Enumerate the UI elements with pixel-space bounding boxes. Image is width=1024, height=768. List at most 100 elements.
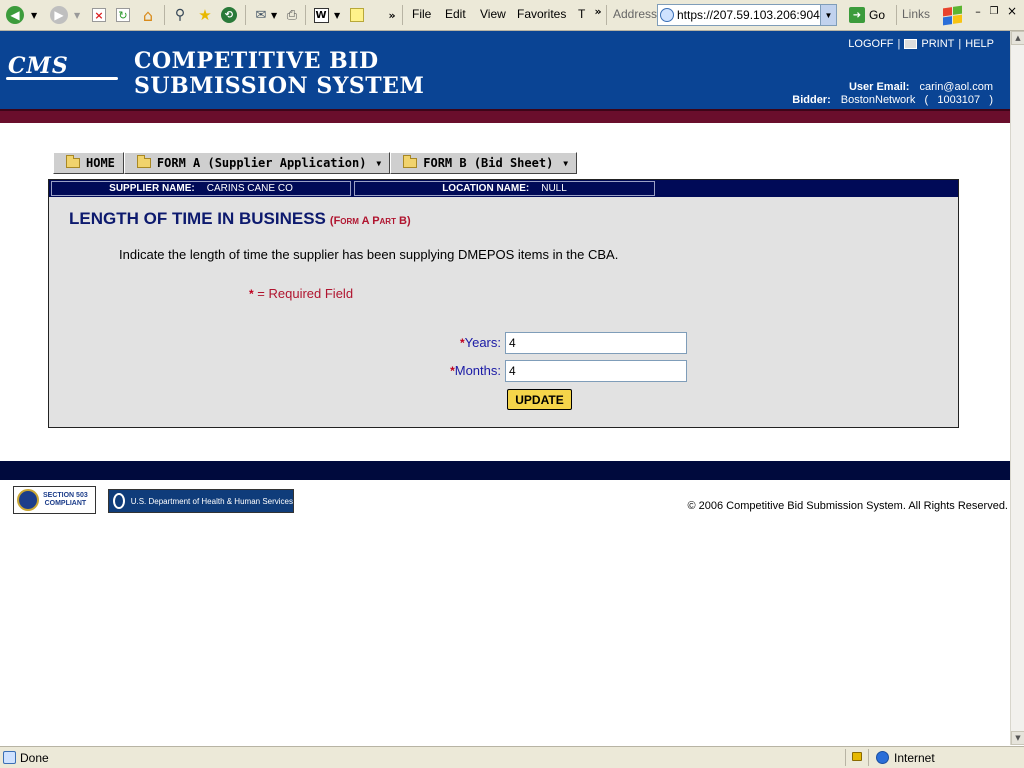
edit-icon[interactable]: W xyxy=(311,4,331,26)
print-link[interactable]: PRINT xyxy=(921,38,954,50)
scroll-down-icon[interactable]: ▼ xyxy=(1011,731,1024,745)
minimize-icon[interactable]: – xyxy=(972,0,984,22)
user-email-value: carin@aol.com xyxy=(919,81,993,93)
links-label[interactable]: Links xyxy=(902,7,930,21)
main-nav: HOME FORM A (Supplier Application) ▼ FOR… xyxy=(53,152,578,174)
required-field-text: = Required Field xyxy=(257,286,354,301)
toolbar-separator xyxy=(305,5,306,25)
vertical-scrollbar[interactable]: ▲ ▼ xyxy=(1010,31,1024,745)
refresh-icon[interactable]: ↻ xyxy=(114,4,132,26)
internet-globe-icon xyxy=(876,751,889,764)
tab-form-b[interactable]: FORM B (Bid Sheet) ▼ xyxy=(390,152,578,174)
search-icon[interactable]: ⚲ xyxy=(170,4,190,26)
instruction-text: Indicate the length of time the supplier… xyxy=(119,247,619,262)
update-button[interactable]: UPDATE xyxy=(507,389,572,410)
forward-dropdown-icon[interactable]: ▼ xyxy=(74,4,80,26)
section-503-text: SECTION 503 COMPLIANT xyxy=(43,492,88,508)
years-label: *Years: xyxy=(429,335,501,350)
header-strip xyxy=(0,109,1010,123)
home-icon[interactable]: ⌂ xyxy=(138,4,158,26)
months-input[interactable] xyxy=(505,360,687,382)
hhs-text: U.S. Department of Health & Human Servic… xyxy=(130,496,293,506)
favorites-icon[interactable]: ★ xyxy=(195,4,215,26)
scroll-up-icon[interactable]: ▲ xyxy=(1011,31,1024,45)
section-503-line1: SECTION 503 xyxy=(43,492,88,499)
site-header: CMS COMPETITIVE BID SUBMISSION SYSTEM LO… xyxy=(0,31,1010,109)
folder-icon xyxy=(403,155,418,168)
go-arrow-icon: ➜ xyxy=(848,7,865,23)
mail-dropdown-icon[interactable]: ▼ xyxy=(271,4,277,26)
toolbar-separator xyxy=(402,5,403,25)
bidder-value: BostonNetwork ( 1003107 ) xyxy=(840,94,993,106)
status-text: Done xyxy=(20,751,49,765)
toolbar-separator xyxy=(245,5,246,25)
tab-form-b-label: FORM B (Bid Sheet) xyxy=(423,156,554,170)
restore-icon[interactable]: ❐ xyxy=(988,0,1000,22)
page-subtitle: (Form A Part B) xyxy=(329,215,411,227)
back-dropdown-icon[interactable]: ▼ xyxy=(31,4,37,26)
address-input[interactable]: https://207.59.103.206:9045 xyxy=(674,8,820,22)
page-done-icon xyxy=(3,751,16,764)
link-separator: | xyxy=(897,38,901,50)
page-title: LENGTH OF TIME IN BUSINESS (Form A Part B… xyxy=(69,209,411,229)
top-links: LOGOFF | PRINT | HELP xyxy=(848,38,994,50)
menu-view[interactable]: View xyxy=(480,7,506,21)
tab-home[interactable]: HOME xyxy=(53,152,124,174)
months-label-text: Months: xyxy=(454,363,501,378)
status-divider xyxy=(845,749,846,766)
toolbar-chevron-icon[interactable]: » xyxy=(386,4,398,26)
tab-form-a[interactable]: FORM A (Supplier Application) ▼ xyxy=(123,152,391,174)
close-icon[interactable]: × xyxy=(1006,0,1018,22)
menu-chevron-icon[interactable]: » xyxy=(592,0,604,22)
security-zone-text: Internet xyxy=(894,751,935,765)
edit-dropdown-icon[interactable]: ▼ xyxy=(334,4,340,26)
content-panel: SUPPLIER NAME: CARINS CANE CO LOCATION N… xyxy=(48,179,959,428)
app-title-line2: SUBMISSION SYSTEM xyxy=(134,73,425,99)
stop-icon[interactable]: × xyxy=(90,4,108,26)
folder-icon xyxy=(66,155,80,168)
seal-icon xyxy=(17,489,39,511)
cms-logo-swoosh xyxy=(6,77,118,80)
toolbar-separator xyxy=(896,5,897,25)
hhs-badge[interactable]: U.S. Department of Health & Human Servic… xyxy=(108,489,294,513)
user-email-label: User Email: xyxy=(848,81,910,93)
tab-home-label: HOME xyxy=(86,156,115,170)
years-input[interactable] xyxy=(505,332,687,354)
lock-icon xyxy=(852,752,862,761)
toolbar-separator xyxy=(606,5,607,25)
forward-icon[interactable]: ▶ xyxy=(50,4,68,26)
print-icon[interactable]: ⎙ xyxy=(282,4,302,26)
menu-edit[interactable]: Edit xyxy=(445,7,466,21)
address-dropdown-icon[interactable]: ▼ xyxy=(820,5,836,25)
page-title-text: LENGTH OF TIME IN BUSINESS xyxy=(69,209,326,228)
hhs-eagle-icon xyxy=(113,493,125,509)
years-label-text: Years: xyxy=(464,335,501,350)
mail-icon[interactable]: ✉ xyxy=(251,4,271,26)
footer-bar xyxy=(0,461,1010,480)
chevron-down-icon: ▼ xyxy=(376,158,382,168)
address-bar[interactable]: https://207.59.103.206:9045 ▼ xyxy=(657,4,837,26)
section-503-line2: COMPLIANT xyxy=(44,500,87,507)
section-503-badge[interactable]: SECTION 503 COMPLIANT xyxy=(13,486,96,514)
menu-tools[interactable]: T xyxy=(578,7,585,21)
help-link[interactable]: HELP xyxy=(965,38,994,50)
back-icon[interactable]: ◀ xyxy=(6,4,24,26)
required-field-note: * = Required Field xyxy=(249,286,353,301)
link-separator: | xyxy=(958,38,962,50)
menu-favorites[interactable]: Favorites xyxy=(517,7,566,21)
bidder-label: Bidder: xyxy=(792,94,831,106)
go-button[interactable]: ➜ Go xyxy=(842,4,892,26)
supplier-info-bar: SUPPLIER NAME: CARINS CANE CO LOCATION N… xyxy=(49,180,958,197)
supplier-name-cell: SUPPLIER NAME: CARINS CANE CO xyxy=(51,181,351,196)
copyright-text: © 2006 Competitive Bid Submission System… xyxy=(687,500,1008,512)
address-label: Address xyxy=(613,7,658,21)
location-name-value: NULL xyxy=(541,183,567,194)
user-info: User Email: carin@aol.com Bidder: BostonNe… xyxy=(792,81,993,107)
note-icon[interactable] xyxy=(347,4,367,26)
supplier-name-value: CARINS CANE CO xyxy=(206,183,293,194)
logoff-link[interactable]: LOGOFF xyxy=(848,38,893,50)
supplier-name-label: SUPPLIER NAME: xyxy=(109,183,195,194)
history-icon[interactable]: ⟲ xyxy=(219,4,239,26)
menu-file[interactable]: File xyxy=(412,7,431,21)
page-icon xyxy=(660,8,674,22)
